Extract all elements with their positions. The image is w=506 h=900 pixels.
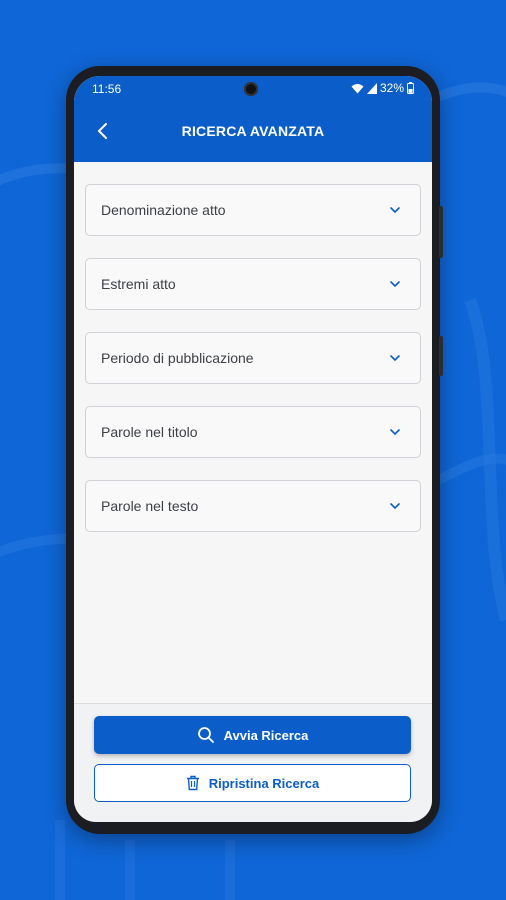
page-title: RICERCA AVANZATA (181, 123, 325, 139)
chevron-down-icon (390, 207, 400, 214)
app-bar: RICERCA AVANZATA (74, 102, 432, 162)
front-camera (244, 82, 258, 96)
filter-label: Parole nel testo (101, 498, 199, 514)
search-icon (197, 727, 214, 743)
filter-parole-testo[interactable]: Parole nel testo (85, 480, 421, 532)
status-time: 11:56 (92, 82, 122, 96)
search-button-label: Avvia Ricerca (223, 727, 309, 743)
filter-label: Denominazione atto (101, 202, 226, 218)
filter-label: Parole nel titolo (101, 424, 198, 440)
reset-button[interactable]: Ripristina Ricerca (94, 764, 411, 802)
filter-denominazione-atto[interactable]: Denominazione atto (85, 184, 421, 236)
action-footer: Avvia Ricerca Ripristina Ricerca (74, 703, 432, 822)
battery-icon (407, 82, 414, 94)
chevron-down-icon (390, 281, 400, 288)
chevron-down-icon (390, 503, 400, 510)
phone-frame: 11:56 32% RICERCA AVANZATA Denominazione… (66, 66, 443, 834)
side-button-power (439, 336, 443, 376)
filter-label: Estremi atto (101, 276, 176, 292)
signal-icon (366, 82, 377, 94)
filter-list: Denominazione atto Estremi atto Periodo … (85, 184, 421, 554)
side-button-volume (439, 206, 443, 258)
filter-label: Periodo di pubblicazione (101, 350, 254, 366)
trash-icon (186, 775, 199, 791)
chevron-down-icon (390, 429, 400, 436)
battery-percent: 32% (379, 81, 404, 95)
wifi-icon (351, 83, 364, 93)
filter-periodo-pubblicazione[interactable]: Periodo di pubblicazione (85, 332, 421, 384)
filter-parole-titolo[interactable]: Parole nel titolo (85, 406, 421, 458)
filter-estremi-atto[interactable]: Estremi atto (85, 258, 421, 310)
search-button[interactable]: Avvia Ricerca (94, 716, 411, 754)
status-icons: 32% (351, 81, 414, 95)
screen: 11:56 32% RICERCA AVANZATA Denominazione… (74, 76, 432, 822)
status-bar: 11:56 32% (74, 76, 432, 102)
reset-button-label: Ripristina Ricerca (208, 775, 320, 791)
chevron-down-icon (390, 355, 400, 362)
